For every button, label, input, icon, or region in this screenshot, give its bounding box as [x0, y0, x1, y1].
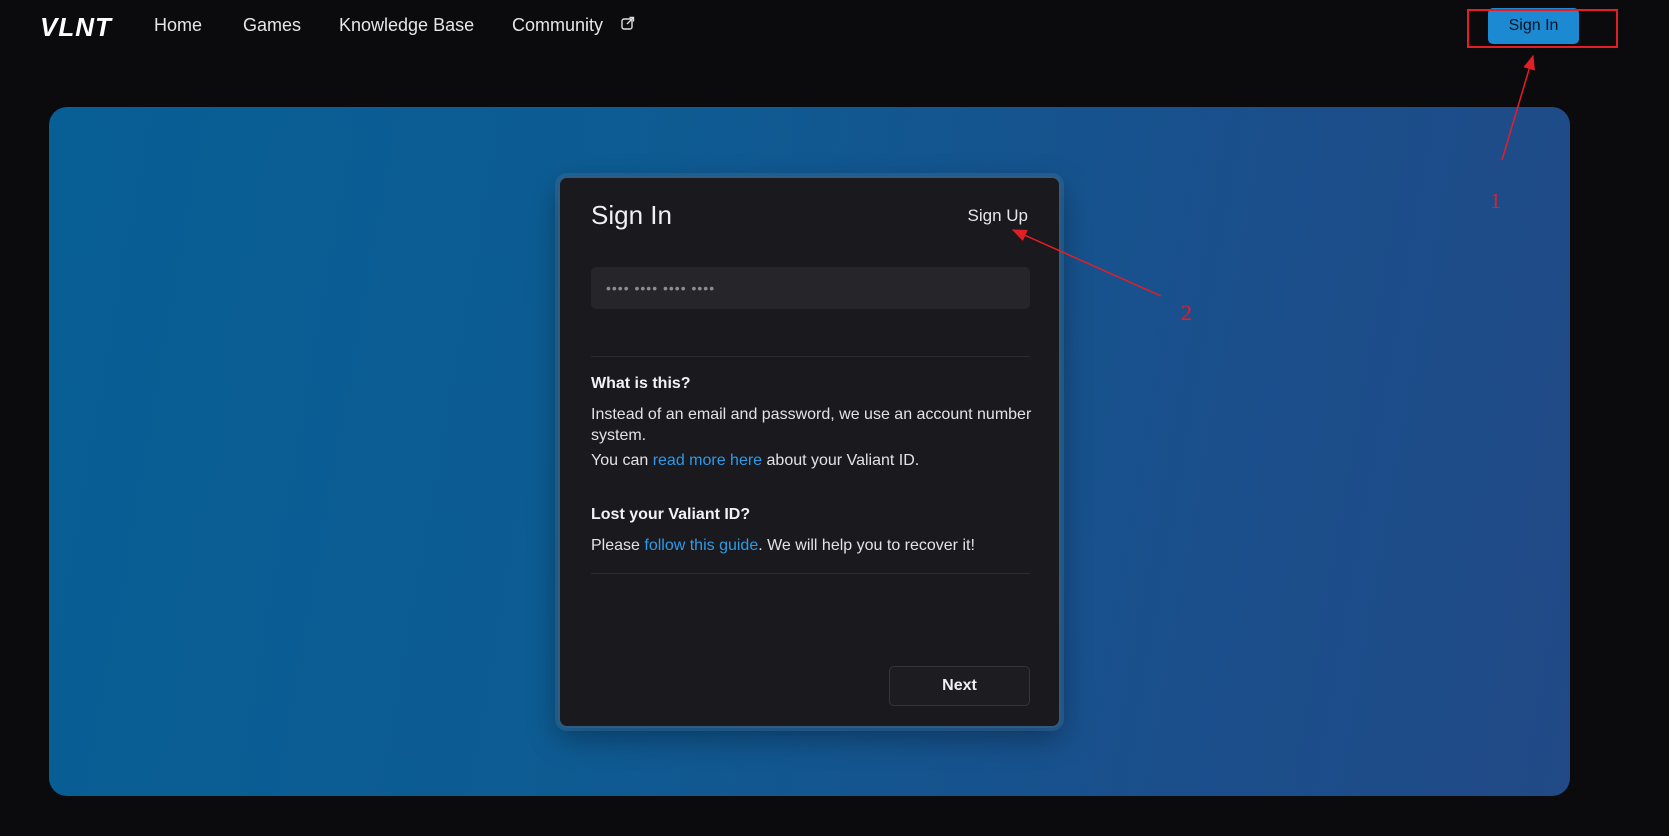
nav-games-link[interactable]: Games [243, 15, 301, 36]
vlnt-logo[interactable]: VLNT [40, 12, 112, 43]
annotation-label-1: 1 [1490, 188, 1501, 213]
nav-home-link[interactable]: Home [154, 15, 202, 36]
sign-in-card: Sign In Sign Up What is this? Instead of… [558, 176, 1061, 728]
lost-id-heading: Lost your Valiant ID? [591, 506, 751, 523]
nav-community-link[interactable]: Community [512, 15, 603, 36]
next-button[interactable]: Next [889, 666, 1030, 706]
read-more-prefix: You can [591, 452, 653, 469]
read-more-link[interactable]: read more here [653, 452, 762, 469]
divider-top [591, 356, 1030, 357]
read-more-text: You can read more here about your Valian… [591, 450, 1036, 471]
what-is-this-heading: What is this? [591, 375, 691, 392]
read-more-suffix: about your Valiant ID. [762, 452, 920, 469]
header-sign-in-button[interactable]: Sign In [1488, 8, 1579, 44]
what-is-this-text: Instead of an email and password, we use… [591, 406, 1032, 444]
nav-knowledge-base-link[interactable]: Knowledge Base [339, 15, 474, 36]
lost-id-prefix: Please [591, 537, 645, 554]
follow-guide-link[interactable]: follow this guide [644, 537, 758, 554]
lost-id-text: Please follow this guide. We will help y… [591, 535, 1036, 556]
top-navbar: VLNT Home Games Knowledge Base Community… [0, 0, 1669, 56]
lost-id-suffix: . We will help you to recover it! [758, 537, 975, 554]
sign-up-link[interactable]: Sign Up [968, 206, 1028, 226]
external-link-icon[interactable] [621, 16, 635, 35]
valiant-id-input[interactable] [591, 267, 1030, 309]
card-title: Sign In [591, 200, 672, 230]
divider-bottom [591, 573, 1030, 574]
annotation-label-2: 2 [1181, 300, 1192, 325]
